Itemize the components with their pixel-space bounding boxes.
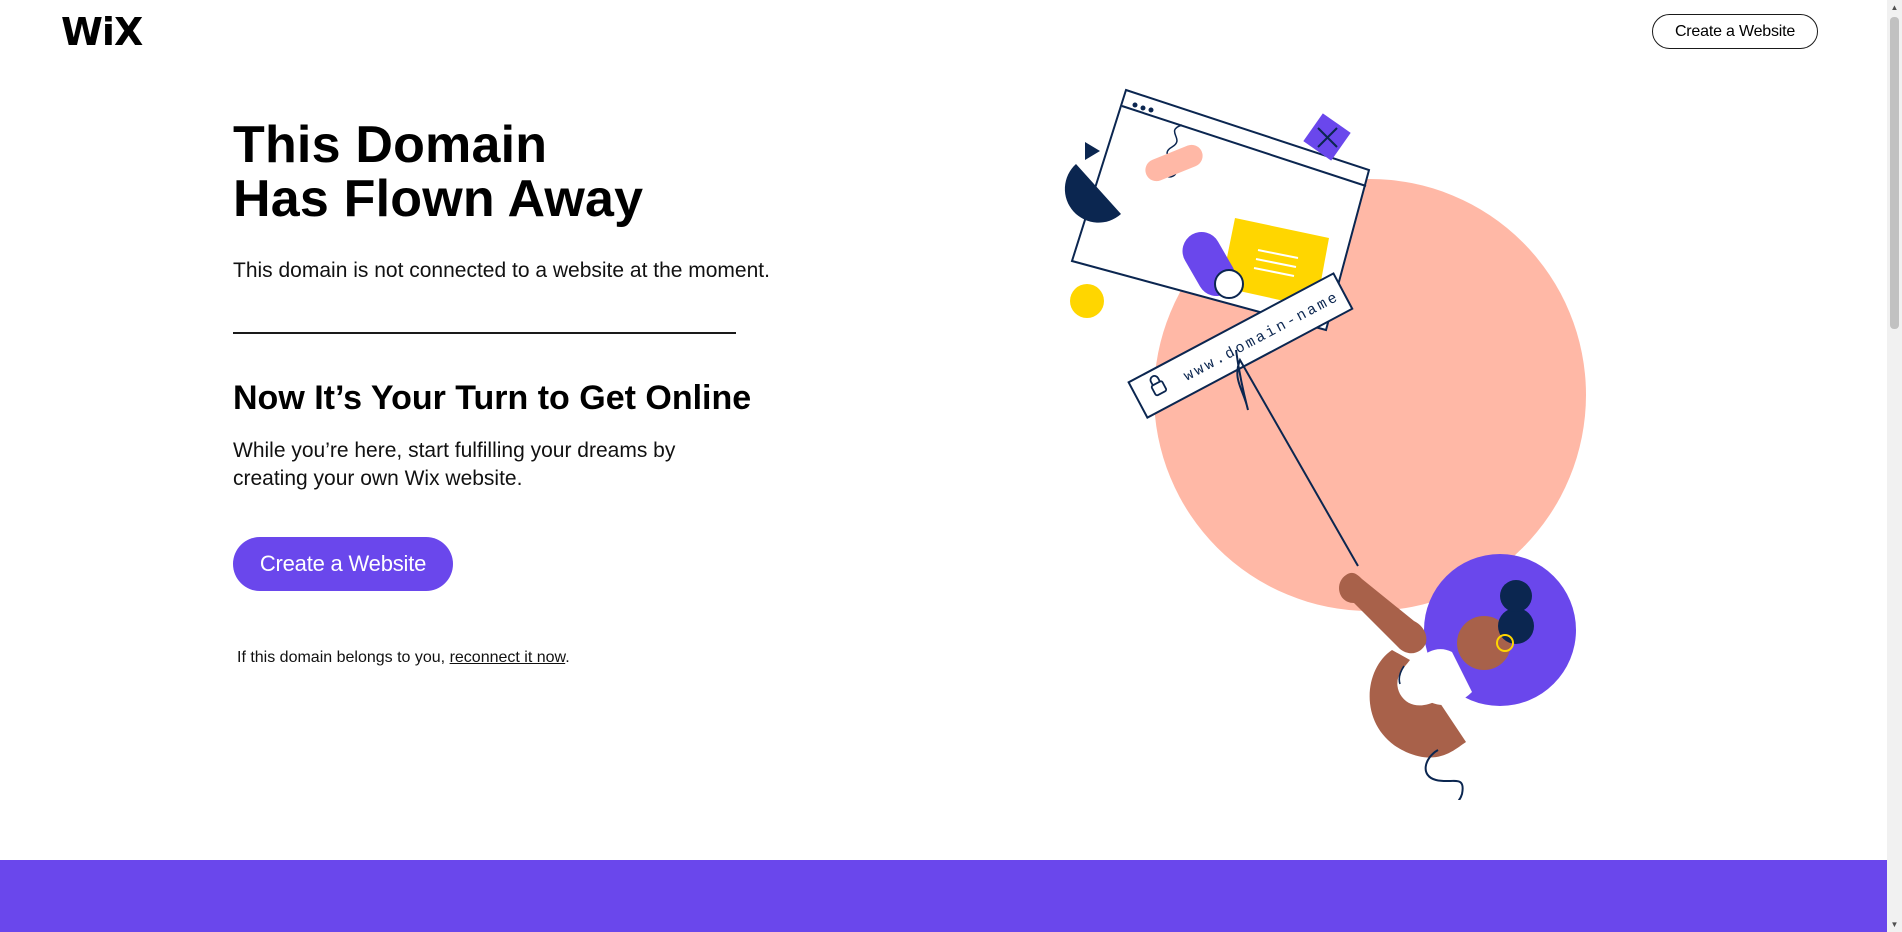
- header-create-website-button[interactable]: Create a Website: [1652, 14, 1818, 49]
- scroll-down-arrow-icon[interactable]: ▼: [1887, 917, 1902, 932]
- page: WiX Create a Website This Domain Has Flo…: [0, 0, 1887, 932]
- wix-logo[interactable]: WiX: [61, 10, 143, 54]
- navy-triangle: [1085, 142, 1100, 160]
- page-title-line-2: Has Flown Away: [233, 170, 644, 228]
- reconnect-note-prefix: If this domain belongs to you,: [237, 649, 446, 666]
- description-line-1: While you’re here, start fulfilling your…: [233, 439, 676, 462]
- page-subtitle: This domain is not connected to a websit…: [233, 259, 770, 282]
- description-line-2: creating your own Wix website.: [233, 467, 523, 490]
- footer-band: [0, 860, 1887, 932]
- page-title-line-1: This Domain: [233, 116, 548, 174]
- scrollbar-thumb[interactable]: [1890, 17, 1899, 329]
- get-online-heading: Now It’s Your Turn to Get Online: [233, 379, 752, 417]
- page-title: This Domain Has Flown Away: [233, 118, 643, 226]
- yellow-dot: [1070, 284, 1104, 318]
- girl-figure: [1339, 554, 1576, 800]
- reconnect-link[interactable]: reconnect it now: [450, 649, 566, 666]
- header: WiX Create a Website: [0, 0, 1887, 64]
- reconnect-note-suffix: .: [565, 649, 570, 666]
- section-divider: [233, 332, 736, 334]
- get-online-description: While you’re here, start fulfilling your…: [233, 437, 753, 493]
- create-website-button[interactable]: Create a Website: [233, 537, 453, 591]
- flown-away-illustration: www.domain-name: [1064, 88, 1586, 800]
- scroll-up-arrow-icon[interactable]: ▲: [1887, 0, 1902, 15]
- page-scrollbar[interactable]: ▲ ▼: [1887, 0, 1902, 932]
- reconnect-note: If this domain belongs to you, reconnect…: [237, 648, 570, 668]
